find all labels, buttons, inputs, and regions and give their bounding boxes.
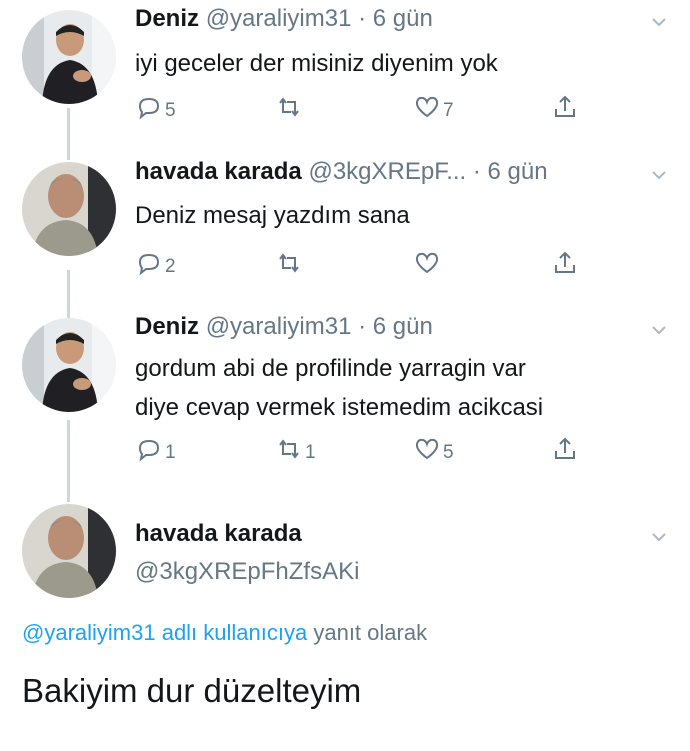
thread-line [67, 270, 70, 318]
author-name[interactable]: havada karada [135, 158, 302, 185]
chevron-down-icon[interactable] [650, 528, 668, 546]
share-button[interactable] [551, 434, 579, 464]
reply-icon [138, 439, 160, 462]
author-meta: @3kgXREpF... · 6 gün [308, 158, 548, 185]
author-block: havada karada @3kgXREpFhZfsAKi [135, 520, 359, 586]
reply-to-suffix: yanıt olarak [307, 620, 428, 645]
tweet-text: Bakiyim dur düzelteyim [22, 672, 362, 709]
avatar[interactable] [22, 504, 116, 598]
tweet-actions: 1 1 5 [135, 434, 595, 464]
tweet-text: iyi geceler der misiniz diyenim yok [135, 50, 498, 77]
author-meta: @yaraliyim31 · 6 gün [205, 5, 433, 32]
retweet-button[interactable] [275, 248, 305, 278]
author-name[interactable]: Deniz [135, 5, 199, 32]
retweet-button[interactable] [275, 92, 305, 122]
share-icon [555, 251, 575, 273]
chevron-down-icon[interactable] [650, 13, 668, 31]
replying-to: @yaraliyim31 adlı kullanıcıya yanıt olar… [22, 620, 427, 646]
share-button[interactable] [551, 92, 579, 122]
reply-button[interactable]: 5 [135, 92, 176, 122]
tweet-header: havada karada @3kgXREpF... · 6 gün [135, 158, 548, 186]
author-name[interactable]: havada karada [135, 520, 359, 548]
share-icon [555, 437, 575, 459]
tweet-text-line: gordum abi de profilinde yarragin var [135, 355, 526, 382]
retweet-icon [279, 253, 299, 273]
like-button[interactable]: 5 [413, 434, 454, 464]
tweet-actions: 2 [135, 248, 595, 278]
thread-line [67, 420, 70, 502]
retweet-count: 1 [305, 442, 316, 463]
like-count: 5 [443, 442, 454, 463]
reply-button[interactable]: 1 [135, 434, 176, 464]
reply-count: 2 [165, 256, 176, 277]
tweet-header: Deniz @yaraliyim31 · 6 gün [135, 5, 433, 33]
share-icon [555, 95, 575, 117]
tweet-header: Deniz @yaraliyim31 · 6 gün [135, 313, 433, 341]
avatar[interactable] [22, 318, 116, 412]
retweet-icon [279, 97, 299, 117]
author-meta: @yaraliyim31 · 6 gün [205, 313, 433, 340]
reply-count: 5 [165, 100, 176, 121]
avatar[interactable] [22, 162, 116, 256]
retweet-button[interactable]: 1 [275, 434, 316, 464]
reply-icon [138, 253, 160, 276]
like-icon [415, 252, 439, 274]
like-icon [415, 438, 439, 460]
chevron-down-icon[interactable] [650, 321, 668, 339]
reply-count: 1 [165, 442, 176, 463]
author-name[interactable]: Deniz [135, 313, 199, 340]
like-icon [415, 96, 439, 118]
reply-button[interactable]: 2 [135, 248, 176, 278]
author-handle[interactable]: @3kgXREpFhZfsAKi [135, 558, 359, 586]
like-button[interactable]: 7 [413, 92, 454, 122]
thread-line [67, 108, 70, 160]
tweet-text-line: diye cevap vermek istemedim acikcasi [135, 394, 544, 421]
reply-to-handle[interactable]: @yaraliyim31 adlı kullanıcıya [22, 620, 307, 645]
reply-icon [138, 97, 160, 120]
chevron-down-icon[interactable] [650, 166, 668, 184]
tweet-text: Deniz mesaj yazdım sana [135, 202, 410, 229]
tweet-actions: 5 7 [135, 92, 595, 122]
share-button[interactable] [551, 248, 579, 278]
avatar[interactable] [22, 10, 116, 104]
like-button[interactable] [413, 248, 443, 278]
like-count: 7 [443, 100, 454, 121]
retweet-icon [279, 439, 299, 459]
